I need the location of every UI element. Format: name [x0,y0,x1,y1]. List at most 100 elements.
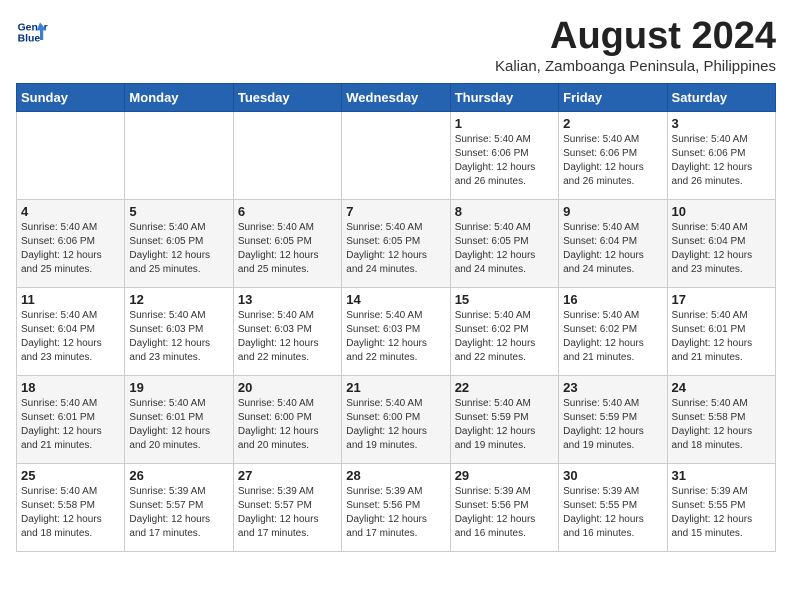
calendar-cell: 29 Sunrise: 5:39 AM Sunset: 5:56 PM Dayli… [450,463,558,551]
day-number: 9 [563,204,662,219]
logo: General Blue [16,16,48,48]
day-info: Sunrise: 5:40 AM Sunset: 6:03 PM Dayligh… [346,309,445,365]
calendar-cell: 22Sunrise: 5:40 AM Sunset: 5:59 PM Dayli… [450,375,558,463]
day-info: Sunrise: 5:40 AM Sunset: 6:05 PM Dayligh… [455,221,554,277]
title-area: August 2024 Kalian, Zamboanga Peninsula,… [495,16,776,75]
calendar-header-row: SundayMondayTuesdayWednesdayThursdayFrid… [17,83,776,111]
day-number: 31 [672,468,771,483]
calendar-cell: 4 Sunrise: 5:40 AM Sunset: 6:06 PM Daylig… [17,199,125,287]
day-number: 27 [238,468,337,483]
day-header-monday: Monday [125,83,233,111]
day-header-friday: Friday [559,83,667,111]
day-number: 2 [563,116,662,131]
calendar-cell: 28Sunrise: 5:39 AM Sunset: 5:56 PM Dayli… [342,463,450,551]
day-header-thursday: Thursday [450,83,558,111]
calendar-cell: 15Sunrise: 5:40 AM Sunset: 6:02 PM Dayli… [450,287,558,375]
day-number: 1 [455,116,554,131]
calendar-week-5: 25Sunrise: 5:40 AM Sunset: 5:58 PM Dayli… [17,463,776,551]
calendar-week-4: 18 Sunrise: 5:40 AM Sunset: 6:01 PM Dayli… [17,375,776,463]
calendar-cell: 11 Sunrise: 5:40 AM Sunset: 6:04 PM Dayli… [17,287,125,375]
day-info: Sunrise: 5:40 AM Sunset: 6:01 PM Dayligh… [129,397,228,453]
calendar-cell: 21 Sunrise: 5:40 AM Sunset: 6:00 PM Dayli… [342,375,450,463]
calendar-cell [342,111,450,199]
calendar-cell: 3Sunrise: 5:40 AM Sunset: 6:06 PM Daylig… [667,111,775,199]
day-info: Sunrise: 5:40 AM Sunset: 6:00 PM Dayligh… [238,397,337,453]
calendar-cell: 25Sunrise: 5:40 AM Sunset: 5:58 PM Dayli… [17,463,125,551]
day-number: 5 [129,204,228,219]
day-info: Sunrise: 5:40 AM Sunset: 6:05 PM Dayligh… [238,221,337,277]
calendar-cell: 30 Sunrise: 5:39 AM Sunset: 5:55 PM Dayli… [559,463,667,551]
day-number: 25 [21,468,120,483]
calendar-cell: 24Sunrise: 5:40 AM Sunset: 5:58 PM Dayli… [667,375,775,463]
logo-icon: General Blue [16,16,48,48]
day-info: Sunrise: 5:40 AM Sunset: 6:06 PM Dayligh… [21,221,120,277]
calendar-cell: 10Sunrise: 5:40 AM Sunset: 6:04 PM Dayli… [667,199,775,287]
day-info: Sunrise: 5:39 AM Sunset: 5:55 PM Dayligh… [672,485,771,541]
day-number: 18 [21,380,120,395]
calendar-cell: 2 Sunrise: 5:40 AM Sunset: 6:06 PM Daylig… [559,111,667,199]
day-number: 16 [563,292,662,307]
day-number: 13 [238,292,337,307]
calendar-body: 1 Sunrise: 5:40 AM Sunset: 6:06 PM Daylig… [17,111,776,551]
calendar-cell [125,111,233,199]
subtitle: Kalian, Zamboanga Peninsula, Philippines [495,58,776,75]
day-number: 12 [129,292,228,307]
day-info: Sunrise: 5:40 AM Sunset: 6:03 PM Dayligh… [129,309,228,365]
day-info: Sunrise: 5:39 AM Sunset: 5:56 PM Dayligh… [455,485,554,541]
day-number: 11 [21,292,120,307]
day-number: 21 [346,380,445,395]
day-header-saturday: Saturday [667,83,775,111]
day-info: Sunrise: 5:40 AM Sunset: 6:06 PM Dayligh… [672,133,771,189]
calendar-cell: 9Sunrise: 5:40 AM Sunset: 6:04 PM Daylig… [559,199,667,287]
day-number: 19 [129,380,228,395]
day-number: 4 [21,204,120,219]
day-info: Sunrise: 5:40 AM Sunset: 5:59 PM Dayligh… [455,397,554,453]
calendar-cell: 8Sunrise: 5:40 AM Sunset: 6:05 PM Daylig… [450,199,558,287]
day-header-wednesday: Wednesday [342,83,450,111]
day-info: Sunrise: 5:40 AM Sunset: 6:06 PM Dayligh… [563,133,662,189]
day-info: Sunrise: 5:39 AM Sunset: 5:55 PM Dayligh… [563,485,662,541]
calendar-week-3: 11 Sunrise: 5:40 AM Sunset: 6:04 PM Dayli… [17,287,776,375]
day-number: 30 [563,468,662,483]
calendar-cell: 12 Sunrise: 5:40 AM Sunset: 6:03 PM Dayli… [125,287,233,375]
day-info: Sunrise: 5:40 AM Sunset: 5:59 PM Dayligh… [563,397,662,453]
calendar-cell: 13Sunrise: 5:40 AM Sunset: 6:03 PM Dayli… [233,287,341,375]
calendar-cell: 19 Sunrise: 5:40 AM Sunset: 6:01 PM Dayli… [125,375,233,463]
day-info: Sunrise: 5:40 AM Sunset: 6:06 PM Dayligh… [455,133,554,189]
calendar-cell: 1 Sunrise: 5:40 AM Sunset: 6:06 PM Daylig… [450,111,558,199]
calendar-cell: 20 Sunrise: 5:40 AM Sunset: 6:00 PM Dayli… [233,375,341,463]
day-number: 23 [563,380,662,395]
day-number: 20 [238,380,337,395]
calendar-cell [233,111,341,199]
calendar-cell: 26 Sunrise: 5:39 AM Sunset: 5:57 PM Dayli… [125,463,233,551]
day-info: Sunrise: 5:40 AM Sunset: 6:01 PM Dayligh… [672,309,771,365]
month-title: August 2024 [495,16,776,58]
day-info: Sunrise: 5:40 AM Sunset: 6:05 PM Dayligh… [129,221,228,277]
calendar-cell: 31 Sunrise: 5:39 AM Sunset: 5:55 PM Dayli… [667,463,775,551]
day-info: Sunrise: 5:40 AM Sunset: 6:04 PM Dayligh… [21,309,120,365]
calendar-cell [17,111,125,199]
header: General Blue August 2024 Kalian, Zamboan… [16,16,776,75]
day-number: 6 [238,204,337,219]
day-header-sunday: Sunday [17,83,125,111]
calendar-cell: 6 Sunrise: 5:40 AM Sunset: 6:05 PM Daylig… [233,199,341,287]
calendar-cell: 16 Sunrise: 5:40 AM Sunset: 6:02 PM Dayli… [559,287,667,375]
day-info: Sunrise: 5:40 AM Sunset: 6:02 PM Dayligh… [563,309,662,365]
day-info: Sunrise: 5:39 AM Sunset: 5:57 PM Dayligh… [129,485,228,541]
day-number: 26 [129,468,228,483]
day-number: 14 [346,292,445,307]
day-info: Sunrise: 5:40 AM Sunset: 6:01 PM Dayligh… [21,397,120,453]
day-number: 24 [672,380,771,395]
day-info: Sunrise: 5:40 AM Sunset: 6:02 PM Dayligh… [455,309,554,365]
calendar-cell: 23 Sunrise: 5:40 AM Sunset: 5:59 PM Dayli… [559,375,667,463]
calendar-table: SundayMondayTuesdayWednesdayThursdayFrid… [16,83,776,552]
day-info: Sunrise: 5:39 AM Sunset: 5:56 PM Dayligh… [346,485,445,541]
svg-text:Blue: Blue [18,34,41,45]
day-number: 29 [455,468,554,483]
day-header-tuesday: Tuesday [233,83,341,111]
day-info: Sunrise: 5:40 AM Sunset: 6:00 PM Dayligh… [346,397,445,453]
calendar-week-1: 1 Sunrise: 5:40 AM Sunset: 6:06 PM Daylig… [17,111,776,199]
calendar-cell: 27Sunrise: 5:39 AM Sunset: 5:57 PM Dayli… [233,463,341,551]
day-info: Sunrise: 5:40 AM Sunset: 6:05 PM Dayligh… [346,221,445,277]
calendar-cell: 17Sunrise: 5:40 AM Sunset: 6:01 PM Dayli… [667,287,775,375]
